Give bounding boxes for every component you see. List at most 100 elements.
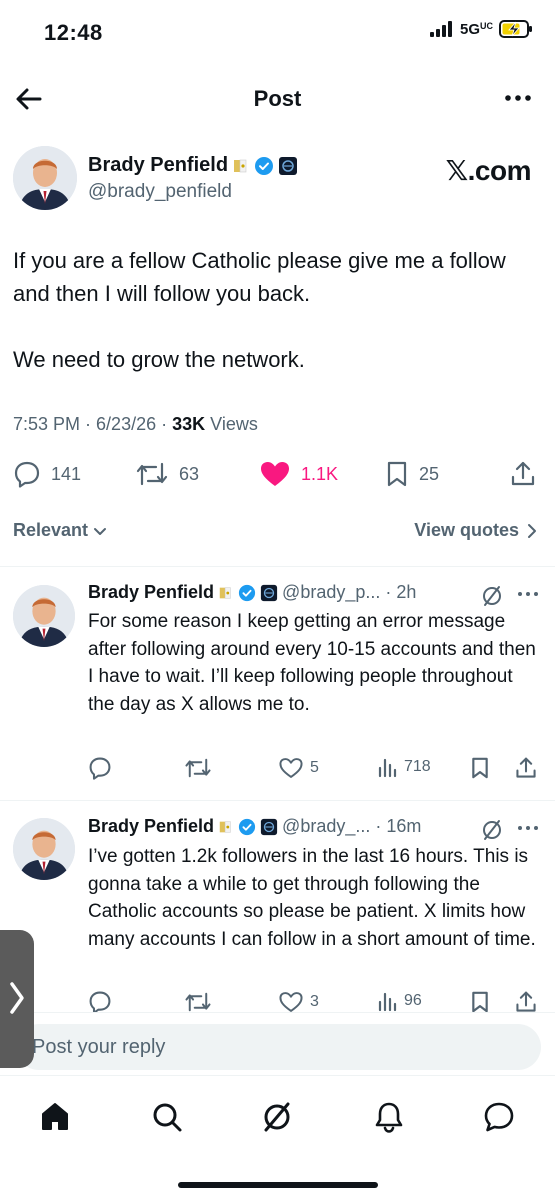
heart-filled-icon — [261, 462, 289, 486]
xcom-watermark: 𝕏.com — [445, 155, 532, 186]
tweet-meta: 7:53 PM · 6/23/26 · 33K Views — [13, 414, 258, 434]
heart-outline-icon — [279, 992, 303, 1012]
reply-handle[interactable]: @brady_p... · 2h — [282, 582, 416, 603]
tweet-time[interactable]: 7:53 PM — [13, 414, 80, 434]
bookmark-icon — [387, 461, 407, 487]
reply-placeholder: Post your reply — [32, 1036, 166, 1058]
divider — [0, 566, 555, 567]
home-indicator — [178, 1182, 378, 1188]
reply-bubble-icon — [89, 991, 111, 1012]
bookmark-count: 25 — [419, 463, 440, 484]
repost-icon — [136, 462, 168, 486]
bookmark-icon — [472, 757, 488, 779]
tweet-date[interactable]: 6/23/26 — [96, 414, 156, 434]
author-block: Brady Penfield @brady_penfield — [88, 154, 298, 203]
bell-icon — [375, 1102, 403, 1133]
reply-views-count: 718 — [404, 758, 431, 775]
avatar-photo-icon — [13, 818, 75, 880]
reply-text: For some reason I keep getting an error … — [88, 611, 536, 715]
divider — [0, 800, 555, 801]
status-time: 12:48 — [44, 20, 103, 45]
grok-button[interactable] — [480, 584, 504, 608]
search-icon — [153, 1103, 182, 1132]
home-icon — [42, 1103, 68, 1130]
reply-reply-button[interactable] — [88, 756, 112, 780]
status-icons: 5GUC — [429, 20, 533, 38]
chevron-right-icon — [528, 523, 536, 538]
views-count: 33K — [172, 414, 206, 434]
reply-action-row: 3 96 — [88, 990, 543, 1012]
reply-button[interactable]: 141 — [13, 460, 81, 488]
views-label: Views — [210, 414, 258, 434]
verified-badge-icon — [238, 818, 256, 835]
grok-icon — [483, 820, 501, 840]
reply-author-name[interactable]: Brady Penfield — [88, 582, 214, 603]
reply-header: Brady Penfield @brady_p... · 2h — [88, 582, 416, 603]
reply-repost-button[interactable] — [184, 990, 212, 1012]
verified-badge-icon — [255, 156, 274, 175]
bookmark-icon — [472, 991, 488, 1012]
share-button[interactable] — [509, 460, 537, 488]
grok-icon — [264, 1102, 290, 1132]
like-button[interactable]: 1.1K — [259, 460, 338, 488]
tweet-action-row: 141 63 1.1K 25 — [13, 456, 542, 492]
reply-time: 2h — [396, 582, 417, 602]
repost-button[interactable]: 63 — [135, 460, 199, 488]
reply-author-name[interactable]: Brady Penfield — [88, 816, 214, 837]
reply-bookmark-button[interactable] — [470, 756, 490, 780]
more-horizontal-icon — [518, 592, 538, 596]
nav-grok[interactable] — [260, 1100, 294, 1134]
reply-reply-button[interactable] — [88, 990, 112, 1012]
reply-like-button[interactable]: 3 — [278, 990, 319, 1012]
reply-like-count: 3 — [310, 993, 319, 1010]
reply-avatar[interactable] — [13, 585, 75, 647]
reply-bubble-icon — [89, 757, 111, 780]
reply-time: 16m — [386, 816, 422, 836]
nav-search[interactable] — [150, 1100, 184, 1134]
reply-more-button[interactable] — [516, 584, 540, 604]
nav-messages[interactable] — [482, 1100, 516, 1134]
reply-bubble-icon — [14, 461, 40, 488]
signal-icon — [429, 21, 452, 37]
sort-relevant-dropdown[interactable]: Relevant — [13, 520, 108, 541]
nav-home[interactable] — [38, 1100, 72, 1134]
more-horizontal-icon — [505, 95, 531, 101]
author-handle[interactable]: @brady_penfield — [88, 181, 298, 203]
avatar-photo-icon — [13, 585, 75, 647]
author-avatar[interactable] — [13, 146, 77, 210]
repost-count: 63 — [179, 463, 200, 484]
share-icon — [516, 991, 536, 1012]
author-name[interactable]: Brady Penfield — [88, 154, 228, 177]
reply-avatar[interactable] — [13, 818, 75, 880]
grok-button[interactable] — [480, 818, 504, 842]
like-count: 1.1K — [301, 463, 339, 484]
reply-views-button[interactable]: 718 — [376, 756, 431, 778]
network-label: 5GUC — [459, 20, 493, 38]
chevron-right-icon — [7, 980, 27, 1016]
views-bar-icon — [378, 758, 397, 778]
reply-count: 141 — [51, 463, 82, 484]
reply-views-count: 96 — [404, 992, 422, 1009]
reply-repost-button[interactable] — [184, 756, 212, 780]
reply-handle[interactable]: @brady_... · 16m — [282, 816, 421, 837]
reply-action-row: 5 718 — [88, 756, 543, 784]
avatar-photo-icon — [13, 146, 77, 210]
affiliate-logo-icon — [260, 584, 278, 601]
flag-icon — [219, 820, 231, 833]
bookmark-button[interactable]: 25 — [385, 460, 439, 488]
reply-bookmark-button[interactable] — [470, 990, 490, 1012]
reply-more-button[interactable] — [516, 818, 540, 838]
share-icon — [516, 757, 536, 778]
repost-icon — [185, 992, 211, 1012]
view-quotes-link[interactable]: View quotes — [414, 520, 539, 541]
tweet-paragraph: We need to grow the network. — [13, 347, 305, 372]
sort-label: Relevant — [13, 520, 89, 540]
reply-share-button[interactable] — [514, 990, 538, 1012]
more-options-button[interactable] — [503, 86, 533, 110]
nav-notifications[interactable] — [372, 1100, 406, 1134]
view-quotes-label: View quotes — [414, 520, 519, 540]
reply-share-button[interactable] — [514, 756, 538, 780]
flag-icon — [234, 159, 247, 172]
reply-like-button[interactable]: 5 — [278, 756, 319, 780]
reply-views-button[interactable]: 96 — [376, 990, 422, 1012]
